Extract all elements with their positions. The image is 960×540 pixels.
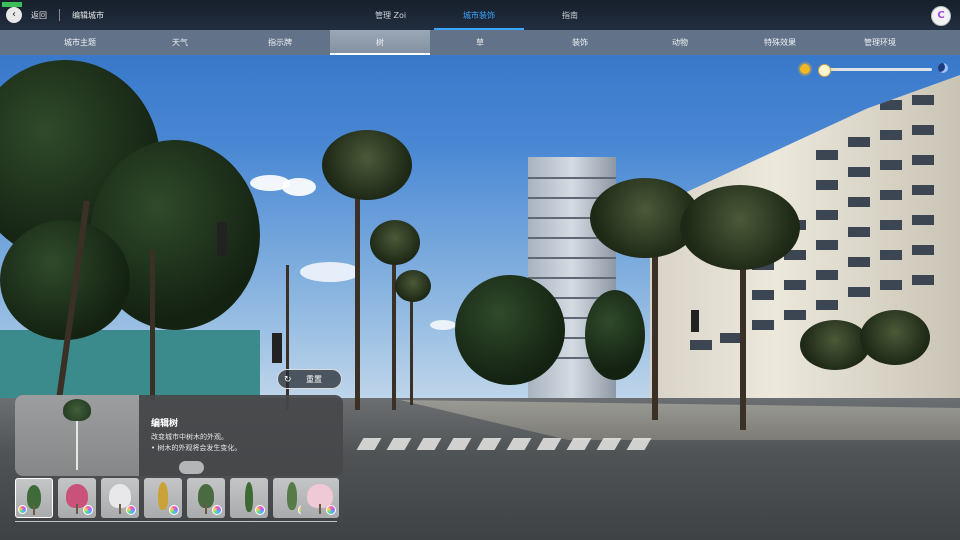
- time-slider-handle[interactable]: [818, 64, 831, 77]
- category-grass[interactable]: 草: [430, 30, 530, 55]
- traffic-light: [691, 310, 699, 332]
- palm-tree: [322, 130, 412, 200]
- color-wheel-icon: [126, 505, 136, 515]
- panel-title: 编辑树: [151, 419, 179, 429]
- palm-tree: [800, 320, 870, 370]
- tree-variant-thumbnail[interactable]: [101, 478, 139, 518]
- page-title: 编辑城市: [72, 11, 104, 20]
- pine-tree-icon: [287, 482, 297, 510]
- color-wheel-icon: [212, 505, 222, 515]
- tree: [0, 220, 130, 340]
- back-button[interactable]: ‹: [6, 7, 22, 23]
- category-trees[interactable]: 树: [330, 30, 430, 55]
- category-decoration[interactable]: 装饰: [530, 30, 630, 55]
- cypress-tree-icon: [245, 482, 253, 512]
- back-label[interactable]: 返回: [31, 10, 47, 21]
- cloud: [430, 320, 456, 330]
- reset-label: 重置: [306, 375, 322, 384]
- category-special-effects[interactable]: 特殊效果: [730, 30, 830, 55]
- tree-variant-thumbnail[interactable]: [187, 478, 225, 518]
- category-tab-bar: 城市主题 天气 指示牌 树 草 装饰 动物 特殊效果 管理环境: [0, 30, 960, 55]
- cypress-tree-icon: [158, 482, 168, 510]
- reset-button[interactable]: ↻ 重置: [277, 369, 342, 389]
- traffic-light: [217, 222, 227, 256]
- tree-variant-thumbnail[interactable]: [230, 478, 268, 518]
- tree: [585, 290, 645, 380]
- category-signs[interactable]: 指示牌: [230, 30, 330, 55]
- panel-collapse-handle[interactable]: [179, 461, 204, 474]
- palm-tree: [395, 270, 431, 302]
- color-wheel-icon: [18, 505, 27, 514]
- color-wheel-icon: [255, 505, 265, 515]
- color-wheel-icon: [169, 505, 179, 515]
- color-wheel-icon: [326, 505, 336, 515]
- traffic-light: [272, 333, 282, 363]
- color-wheel-icon: [83, 505, 93, 515]
- time-of-day-slider[interactable]: [820, 68, 932, 71]
- sun-icon: [800, 64, 810, 74]
- category-manage-environment[interactable]: 管理环境: [830, 30, 930, 55]
- tree-variant-list: [15, 478, 339, 518]
- tree-preview: [15, 395, 139, 476]
- category-weather[interactable]: 天气: [130, 30, 230, 55]
- tree-variant-thumbnail[interactable]: [15, 478, 53, 518]
- tab-manage-zoi[interactable]: 管理 Zoi: [375, 10, 406, 21]
- category-city-theme[interactable]: 城市主题: [30, 30, 130, 55]
- cloud: [282, 178, 316, 196]
- list-underline: [15, 521, 337, 522]
- panel-description: 改变城市中树木的外观。: [151, 433, 228, 441]
- tree: [455, 275, 565, 385]
- palm-tree: [680, 185, 800, 270]
- cloud: [300, 262, 360, 282]
- divider: [59, 9, 60, 21]
- tree-variant-thumbnail[interactable]: [58, 478, 96, 518]
- tree-variant-thumbnail[interactable]: [144, 478, 182, 518]
- palm-tree: [370, 220, 420, 265]
- chevron-left-icon: ‹: [12, 9, 16, 20]
- category-animals[interactable]: 动物: [630, 30, 730, 55]
- top-bar: ‹ 返回 编辑城市 管理 Zoi 城市装饰 指南 C: [0, 0, 960, 30]
- palm-tree: [860, 310, 930, 365]
- palm-tree-icon: [63, 399, 91, 421]
- moon-icon: [938, 63, 948, 73]
- profile-avatar[interactable]: C: [931, 6, 951, 26]
- reset-icon: ↻: [284, 375, 292, 385]
- tab-guide[interactable]: 指南: [562, 10, 578, 21]
- tree-variant-thumbnail[interactable]: [301, 478, 339, 518]
- tab-city-decoration[interactable]: 城市装饰: [463, 10, 495, 21]
- panel-note: • 树木的外观将会发生变化。: [151, 444, 242, 452]
